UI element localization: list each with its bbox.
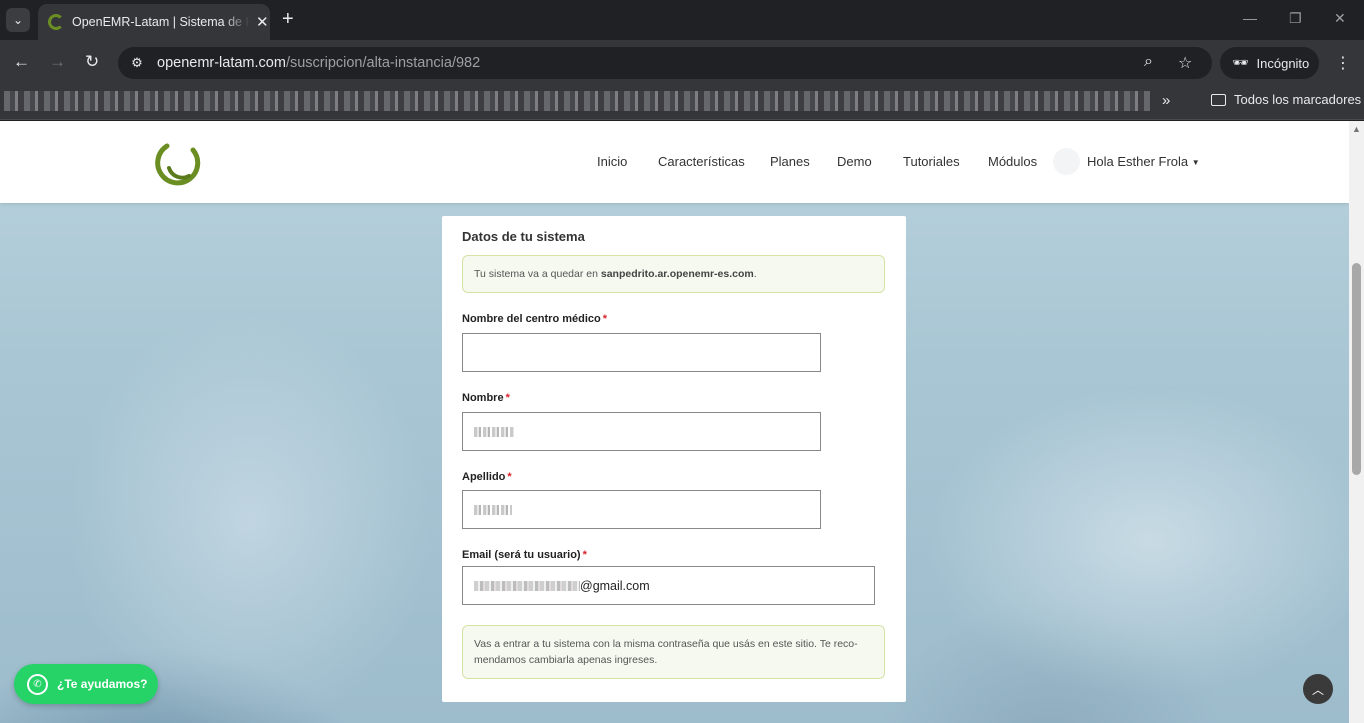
caret-down-icon: ▼ xyxy=(1191,158,1200,168)
whatsapp-label: ¿Te ayudamos? xyxy=(57,677,148,691)
blurred-bookmarks xyxy=(4,91,1150,111)
nav-caracteristicas[interactable]: Características xyxy=(658,154,745,169)
email-domain: @gmail.com xyxy=(580,578,650,593)
required-mark: * xyxy=(582,549,587,561)
whatsapp-icon: ✆ xyxy=(27,673,48,695)
chevron-up-icon: ︿ xyxy=(1311,682,1324,697)
domain-notice-suffix: . xyxy=(753,268,757,280)
tab-title: OpenEMR-Latam | Sistema de Historias Clí… xyxy=(72,15,250,29)
page-scrollbar[interactable]: ▲ xyxy=(1349,121,1364,723)
name-label: Nombre * xyxy=(462,392,510,404)
incognito-indicator[interactable]: 🕶 Incógnito xyxy=(1220,47,1319,79)
browser-tab[interactable]: OpenEMR-Latam | Sistema de Historias Clí… xyxy=(38,4,270,40)
required-mark: * xyxy=(505,392,510,404)
tab-search-button[interactable]: ⌄ xyxy=(6,8,30,32)
name-input[interactable] xyxy=(462,412,821,451)
browser-menu-icon[interactable]: ⋮ xyxy=(1335,53,1351,73)
scrollbar-thumb[interactable] xyxy=(1352,263,1361,475)
surname-input[interactable] xyxy=(462,490,821,529)
redacted-surname xyxy=(474,504,512,515)
nav-tutoriales[interactable]: Tutoriales xyxy=(903,154,960,169)
reload-icon[interactable]: ↻ xyxy=(85,52,99,72)
scroll-to-top-button[interactable]: ︿ xyxy=(1303,674,1333,704)
avatar[interactable] xyxy=(1053,148,1080,175)
folder-icon xyxy=(1211,93,1226,106)
browser-toolbar: ← → ↻ ⚙ openemr-latam.com/suscripcion/al… xyxy=(0,40,1364,85)
url-text[interactable]: openemr-latam.com/suscripcion/alta-insta… xyxy=(157,55,480,71)
redacted-name xyxy=(474,426,514,437)
required-mark: * xyxy=(507,471,512,483)
password-notice: Vas a entrar a tu sistema con la misma c… xyxy=(462,625,885,679)
center-name-label: Nombre del centro médico * xyxy=(462,313,608,325)
more-bookmarks-icon[interactable]: » xyxy=(1162,92,1170,109)
close-tab-icon[interactable]: ✕ xyxy=(256,13,269,31)
email-label: Email (será tu usuario) * xyxy=(462,549,587,561)
minimize-icon[interactable]: — xyxy=(1243,10,1257,26)
whatsapp-help-button[interactable]: ✆ ¿Te ayudamos? xyxy=(14,664,158,704)
nav-planes[interactable]: Planes xyxy=(770,154,810,169)
zoom-icon[interactable]: ⌕ xyxy=(1144,53,1153,71)
user-greeting: Hola Esther Frola xyxy=(1087,154,1189,169)
system-data-card: Datos de tu sistema Tu sistema va a qued… xyxy=(442,216,906,702)
scroll-up-arrow-icon[interactable]: ▲ xyxy=(1352,124,1361,134)
site-header: Inicio Características Planes Demo Tutor… xyxy=(0,121,1349,203)
browser-tabbar: ⌄ OpenEMR-Latam | Sistema de Historias C… xyxy=(0,0,1364,40)
openemr-logo[interactable] xyxy=(153,136,203,186)
site-settings-icon[interactable]: ⚙ xyxy=(127,53,147,73)
restore-icon[interactable]: ❐ xyxy=(1289,10,1302,27)
bookmarks-bar: » Todos los marcadores xyxy=(0,85,1364,120)
close-window-icon[interactable]: ✕ xyxy=(1334,10,1346,27)
center-name-input[interactable] xyxy=(462,333,821,372)
forward-arrow-icon[interactable]: → xyxy=(49,52,66,72)
incognito-label: Incógnito xyxy=(1256,55,1310,71)
card-title: Datos de tu sistema xyxy=(462,229,585,244)
domain-value: sanpedrito.ar.openemr-es.com xyxy=(600,268,754,280)
domain-notice: Tu sistema va a quedar en sanpedrito.ar.… xyxy=(462,255,885,293)
bookmark-star-icon[interactable]: ☆ xyxy=(1178,53,1192,73)
nav-inicio[interactable]: Inicio xyxy=(597,154,627,169)
new-tab-button[interactable]: + xyxy=(282,9,294,29)
site-favicon-icon xyxy=(48,14,64,30)
nav-modulos[interactable]: Módulos xyxy=(988,154,1037,169)
all-bookmarks-label: Todos los marcadores xyxy=(1234,92,1362,107)
back-arrow-icon[interactable]: ← xyxy=(13,52,30,72)
domain-notice-prefix: Tu sistema va a quedar en xyxy=(474,268,601,280)
required-mark: * xyxy=(602,313,608,325)
surname-label: Apellido * xyxy=(462,471,512,483)
nav-demo[interactable]: Demo xyxy=(837,154,872,169)
address-bar[interactable]: ⚙ openemr-latam.com/suscripcion/alta-ins… xyxy=(118,47,1212,79)
incognito-icon: 🕶 xyxy=(1232,55,1249,70)
page-viewport: Inicio Características Planes Demo Tutor… xyxy=(0,121,1349,723)
redacted-email-user xyxy=(474,580,580,591)
user-menu[interactable]: Hola Esther Frola ▼ xyxy=(1087,154,1200,169)
email-input[interactable]: @gmail.com xyxy=(462,566,875,605)
all-bookmarks-folder[interactable]: Todos los marcadores xyxy=(1211,92,1361,107)
